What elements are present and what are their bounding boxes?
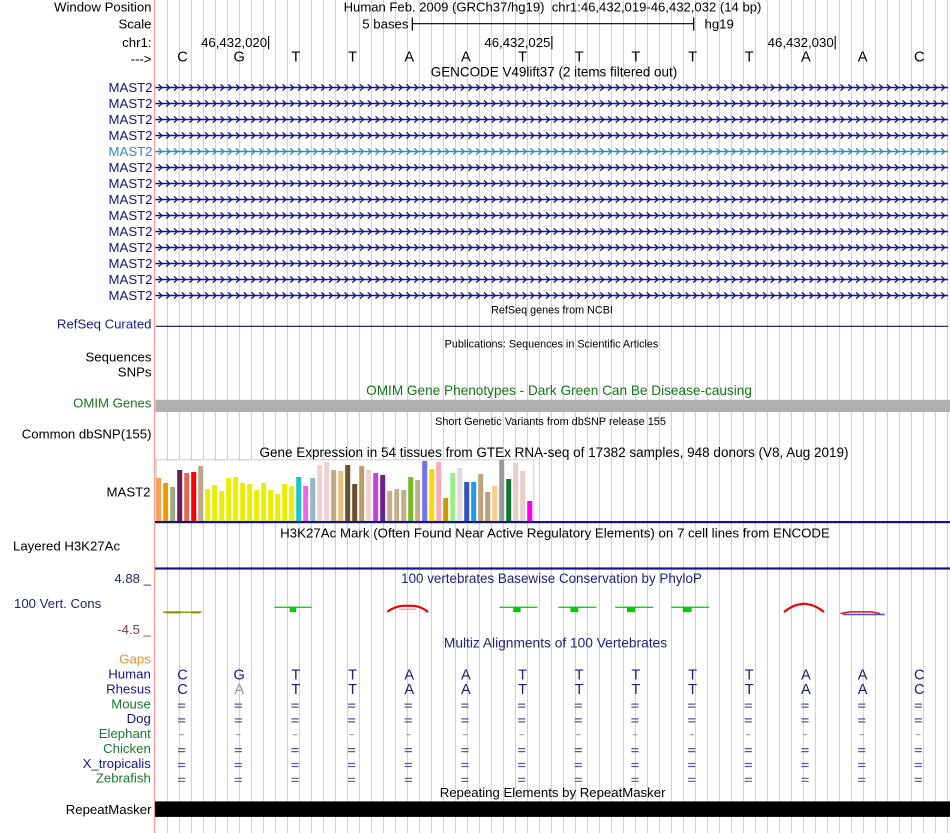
svg-text:46,432,020: 46,432,020	[201, 35, 267, 50]
svg-text:MAST2: MAST2	[109, 240, 153, 255]
svg-text:4.88 _: 4.88 _	[114, 571, 151, 586]
svg-text:MAST2: MAST2	[109, 192, 153, 207]
svg-text:MAST2: MAST2	[109, 176, 153, 191]
svg-text:T: T	[518, 682, 527, 698]
svg-text:MAST2: MAST2	[109, 208, 153, 223]
svg-text:T: T	[518, 49, 527, 65]
svg-text:Chicken: Chicken	[103, 741, 151, 756]
svg-text:MAST2: MAST2	[109, 288, 153, 303]
svg-text:MAST2: MAST2	[107, 485, 151, 500]
svg-text:T: T	[348, 682, 357, 698]
svg-text:G: G	[234, 49, 245, 65]
svg-text:T: T	[631, 667, 640, 683]
svg-text:MAST2: MAST2	[109, 80, 153, 95]
svg-text:A: A	[461, 49, 471, 65]
svg-text:T: T	[745, 682, 754, 698]
svg-text:Repeating Elements by RepeatMa: Repeating Elements by RepeatMasker	[440, 785, 666, 800]
svg-text:Layered H3K27Ac: Layered H3K27Ac	[13, 539, 120, 554]
svg-text:A: A	[461, 682, 471, 698]
svg-text:C: C	[177, 667, 188, 683]
svg-text:46,432,025: 46,432,025	[484, 35, 550, 50]
svg-text:Short Genetic Variants from db: Short Genetic Variants from dbSNP releas…	[435, 416, 666, 428]
svg-text:A: A	[858, 667, 868, 683]
svg-text:A: A	[858, 682, 868, 698]
svg-text:RepeatMasker: RepeatMasker	[66, 802, 152, 817]
svg-text:C: C	[914, 667, 925, 683]
svg-text:X_tropicalis: X_tropicalis	[83, 756, 152, 771]
svg-text:T: T	[291, 667, 300, 683]
svg-text:MAST2: MAST2	[109, 144, 153, 159]
svg-text:Multiz Alignments of 100 Verte: Multiz Alignments of 100 Vertebrates	[444, 635, 667, 650]
svg-text:A: A	[801, 682, 811, 698]
svg-text:Sequences: Sequences	[86, 350, 152, 365]
svg-text:--->: --->	[131, 52, 152, 67]
svg-text:T: T	[348, 667, 357, 683]
svg-text:Zebrafish: Zebrafish	[96, 771, 151, 786]
svg-text:T: T	[745, 667, 754, 683]
svg-text:T: T	[518, 667, 527, 683]
svg-text:A: A	[858, 49, 868, 65]
svg-text:Publications: Sequences in Sci: Publications: Sequences in Scientific Ar…	[445, 338, 659, 350]
svg-text:SNPs: SNPs	[118, 365, 152, 380]
svg-text:T: T	[631, 49, 640, 65]
svg-text:C: C	[914, 49, 925, 65]
svg-text:T: T	[688, 682, 697, 698]
svg-text:Human: Human	[108, 667, 151, 682]
svg-text:5 bases: 5 bases	[362, 16, 409, 31]
svg-text:A: A	[801, 49, 811, 65]
svg-text:T: T	[291, 49, 300, 65]
svg-text:Dog: Dog	[127, 711, 151, 726]
svg-text:100 vertebrates Basewise Conse: 100 vertebrates Basewise Conservation by…	[401, 571, 702, 586]
svg-text:MAST2: MAST2	[109, 256, 153, 271]
svg-text:T: T	[291, 682, 300, 698]
svg-text:T: T	[348, 49, 357, 65]
svg-text:MAST2: MAST2	[109, 128, 153, 143]
svg-text:100 Vert. Cons: 100 Vert. Cons	[14, 596, 102, 611]
svg-text:Mouse: Mouse	[111, 696, 151, 711]
svg-text:A: A	[404, 49, 414, 65]
svg-text:Human Feb. 2009 (GRCh37/hg19): Human Feb. 2009 (GRCh37/hg19) chr1:46,43…	[344, 0, 762, 15]
svg-text:MAST2: MAST2	[109, 96, 153, 111]
svg-text:T: T	[688, 49, 697, 65]
svg-text:Window Position: Window Position	[54, 0, 151, 15]
svg-text:C: C	[914, 682, 925, 698]
svg-text:chr1:: chr1:	[122, 35, 151, 50]
svg-text:hg19: hg19	[705, 16, 734, 31]
svg-text:Gene Expression in 54 tissues: Gene Expression in 54 tissues from GTEx …	[259, 445, 848, 460]
svg-text:Elephant: Elephant	[99, 726, 151, 741]
svg-text:GENCODE V49lift37 (2 items fil: GENCODE V49lift37 (2 items filtered out)	[431, 64, 677, 79]
svg-text:MAST2: MAST2	[109, 272, 153, 287]
svg-text:H3K27Ac Mark (Often Found Near: H3K27Ac Mark (Often Found Near Active Re…	[280, 526, 830, 541]
svg-text:RefSeq Curated: RefSeq Curated	[57, 316, 152, 331]
svg-text:Scale: Scale	[119, 16, 152, 31]
svg-text:Common dbSNP(155): Common dbSNP(155)	[22, 427, 152, 442]
svg-text:RefSeq genes from NCBI: RefSeq genes from NCBI	[491, 305, 613, 317]
svg-text:A: A	[461, 667, 471, 683]
svg-text:OMIM Gene Phenotypes - Dark Gr: OMIM Gene Phenotypes - Dark Green Can Be…	[366, 383, 752, 398]
svg-text:C: C	[177, 682, 188, 698]
svg-text:T: T	[688, 667, 697, 683]
svg-text:A: A	[404, 682, 414, 698]
svg-text:-4.5 _: -4.5 _	[117, 622, 151, 637]
svg-text:A: A	[801, 667, 811, 683]
svg-text:T: T	[575, 667, 584, 683]
svg-text:T: T	[745, 49, 754, 65]
svg-text:A: A	[404, 667, 414, 683]
svg-text:G: G	[234, 667, 245, 683]
svg-text:OMIM Genes: OMIM Genes	[73, 396, 152, 411]
svg-text:46,432,030: 46,432,030	[768, 35, 834, 50]
svg-text:Gaps: Gaps	[119, 652, 151, 667]
svg-text:Rhesus: Rhesus	[106, 682, 151, 697]
svg-text:MAST2: MAST2	[109, 224, 153, 239]
svg-text:T: T	[631, 682, 640, 698]
svg-text:T: T	[575, 682, 584, 698]
svg-text:A: A	[234, 682, 244, 698]
svg-text:C: C	[177, 49, 188, 65]
svg-text:MAST2: MAST2	[109, 160, 153, 175]
svg-text:MAST2: MAST2	[109, 112, 153, 127]
svg-text:T: T	[575, 49, 584, 65]
